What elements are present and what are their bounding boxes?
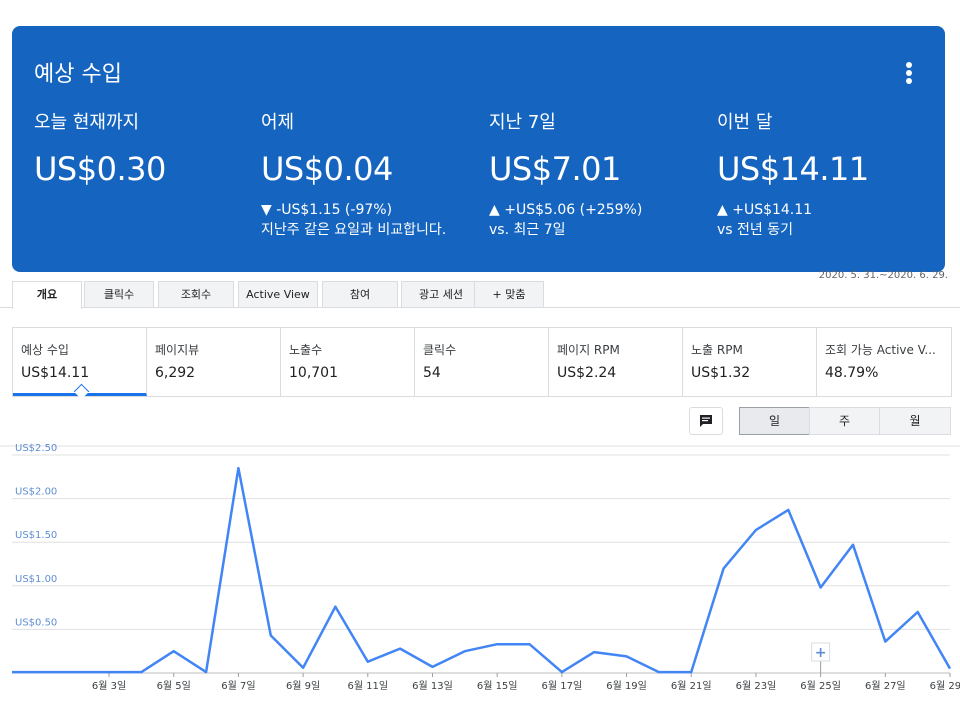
metric-value: 10,701 (289, 365, 338, 381)
x-tick-label: 6월 23일 (736, 680, 777, 692)
tab-overview[interactable]: 개요 (12, 281, 82, 309)
stat-value: US$0.04 (261, 150, 393, 188)
stat-delta-change: ▼ -US$1.15 (-97%) (261, 202, 393, 218)
metric-active-view-viewable[interactable]: 조회 가능 Active V... 48.79% (817, 328, 951, 396)
metric-label: 클릭수 (423, 343, 457, 357)
tab-engagement[interactable]: 참여 (322, 281, 398, 307)
estimated-earnings-card: 예상 수입 오늘 현재까지 US$0.30 어제 US$0.04 ▼ -US$1… (12, 26, 945, 272)
x-tick-label: 6월 5일 (157, 680, 191, 692)
earnings-line-chart: US$0.50 US$1.00 US$1.50 US$2.00 US$2.50 6월 3일… (0, 443, 960, 692)
metric-label: 조회 가능 Active V... (825, 343, 936, 357)
annotation-button[interactable] (689, 407, 723, 435)
metric-value: US$14.11 (21, 365, 90, 381)
date-range: 2020. 5. 31.~2020. 6. 29. (818, 270, 948, 281)
x-tick-label: 6월 13일 (412, 680, 453, 692)
stat-label: 오늘 현재까지 (34, 112, 140, 133)
metric-value: US$1.32 (691, 365, 751, 381)
metric-label: 노출수 (289, 343, 323, 357)
tab-active-view[interactable]: Active View (238, 281, 318, 307)
stat-delta-change: ▲ +US$5.06 (+259%) (489, 202, 643, 218)
period-month-button[interactable]: 월 (879, 407, 951, 435)
stat-delta: ▲ +US$14.11 vs 전년 동기 (717, 200, 937, 240)
tabs-divider (0, 307, 960, 308)
stat-delta-compare: 지난주 같은 요일과 비교합니다. (261, 222, 447, 238)
stat-delta-change: ▲ +US$14.11 (717, 202, 813, 218)
metric-value: US$2.24 (557, 365, 617, 381)
x-tick-label: 6월 21일 (671, 680, 712, 692)
x-tick-label: 6월 7일 (221, 680, 255, 692)
metric-page-rpm[interactable]: 페이지 RPM US$2.24 (549, 328, 683, 396)
stat-value: US$0.30 (34, 150, 166, 188)
x-tick-label: 6월 27일 (865, 680, 906, 692)
stat-value: US$14.11 (717, 150, 869, 188)
comment-icon (700, 415, 712, 427)
more-options-icon[interactable] (901, 62, 917, 88)
period-week-button[interactable]: 주 (809, 407, 880, 435)
y-tick-label: US$2.00 (15, 487, 57, 498)
x-tick-label: 6월 3일 (92, 680, 126, 692)
x-tick-label: 6월 29일 (930, 680, 960, 692)
tab-custom[interactable]: + 맞춤 (474, 281, 544, 307)
tab-clicks[interactable]: 클릭수 (84, 281, 154, 307)
stat-last-7-days: 지난 7일 US$7.01 ▲ +US$5.06 (+259%) vs. 최근 … (489, 108, 709, 240)
metric-estimated-earnings[interactable]: 예상 수입 US$14.11 (13, 328, 147, 400)
metric-impression-rpm[interactable]: 노출 RPM US$1.32 (683, 328, 817, 396)
metric-label: 페이지뷰 (155, 343, 200, 357)
stat-value: US$7.01 (489, 150, 621, 188)
metric-value: 48.79% (825, 365, 879, 381)
x-tick-label: 6월 9일 (286, 680, 320, 692)
stat-delta-compare: vs 전년 동기 (717, 222, 793, 238)
metric-clicks[interactable]: 클릭수 54 (415, 328, 549, 396)
x-tick-label: 6월 11일 (347, 680, 388, 692)
stat-label: 어제 (261, 112, 295, 133)
x-tick-label: 6월 25일 (800, 680, 841, 692)
stat-this-month: 이번 달 US$14.11 ▲ +US$14.11 vs 전년 동기 (717, 108, 937, 240)
card-title: 예상 수입 (34, 62, 122, 87)
stat-today: 오늘 현재까지 US$0.30 (34, 108, 254, 188)
metric-label: 페이지 RPM (557, 343, 620, 357)
metric-label: 노출 RPM (691, 343, 743, 357)
metric-label: 예상 수입 (21, 343, 69, 357)
x-tick-label: 6월 17일 (542, 680, 583, 692)
stat-delta-compare: vs. 최근 7일 (489, 222, 566, 238)
metric-impressions[interactable]: 노출수 10,701 (281, 328, 415, 396)
selected-caret-icon (73, 383, 90, 400)
metric-pageviews[interactable]: 페이지뷰 6,292 (147, 328, 281, 396)
y-tick-label: US$1.50 (15, 530, 57, 541)
y-tick-label: US$2.50 (15, 443, 57, 454)
metric-value: 54 (423, 365, 441, 381)
metric-cards: 예상 수입 US$14.11 페이지뷰 6,292 노출수 10,701 클릭수… (12, 327, 952, 400)
x-tick-label: 6월 15일 (477, 680, 518, 692)
tab-ad-sessions[interactable]: 광고 세션 (401, 281, 481, 307)
period-day-button[interactable]: 일 (739, 407, 810, 435)
stat-label: 이번 달 (717, 112, 773, 133)
stat-yesterday: 어제 US$0.04 ▼ -US$1.15 (-97%) 지난주 같은 요일과 … (261, 108, 481, 240)
x-tick-label: 6월 19일 (606, 680, 647, 692)
y-tick-label: US$1.00 (15, 574, 57, 585)
plus-icon: + (815, 645, 827, 661)
stat-delta: ▲ +US$5.06 (+259%) vs. 최근 7일 (489, 200, 709, 240)
y-tick-label: US$0.50 (15, 617, 57, 628)
stat-delta: ▼ -US$1.15 (-97%) 지난주 같은 요일과 비교합니다. (261, 200, 481, 240)
metric-value: 6,292 (155, 365, 196, 381)
tab-views[interactable]: 조회수 (158, 281, 234, 307)
stat-label: 지난 7일 (489, 112, 556, 133)
